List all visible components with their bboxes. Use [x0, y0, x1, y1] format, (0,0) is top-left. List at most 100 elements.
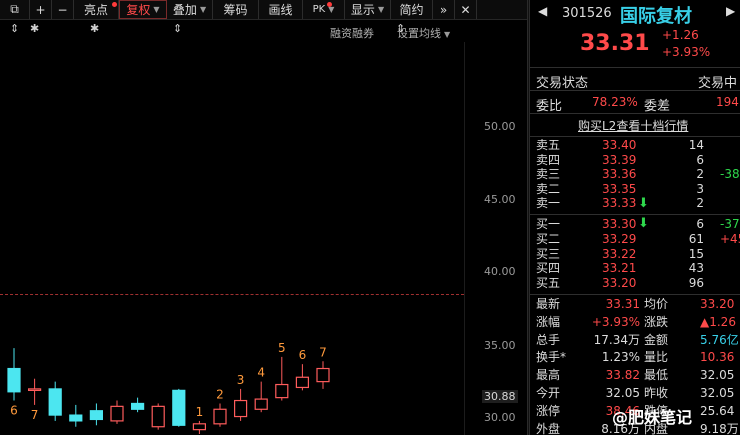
candle[interactable] [89, 403, 104, 426]
candle-body [275, 383, 289, 399]
stat-label: 昨收 [644, 386, 669, 400]
price-tick-label: 45.00 [484, 193, 516, 206]
bid-level-label: 买四 [536, 261, 561, 276]
candle[interactable] [69, 404, 83, 427]
stat-label: 最高 [536, 368, 561, 383]
candle-body [172, 389, 186, 426]
stat-value: 10.36 [700, 350, 735, 365]
divider [530, 90, 740, 91]
stat-value: 33.31 [605, 297, 640, 311]
order-ratio-value: 78.23% [592, 95, 638, 109]
stat-value: 17.34万 [593, 332, 640, 347]
stat-row: 最新 33.31 均价 33.20 [530, 296, 740, 313]
bid-level-label: 买三 [536, 246, 561, 261]
order-diff-label: 委差 [644, 99, 671, 114]
stat-value: 32.05 [700, 386, 735, 400]
candle[interactable] [7, 348, 21, 401]
stat-label: 外盘 [536, 421, 561, 435]
back-arrow-icon[interactable]: ◀ [538, 4, 547, 18]
stat-label: 涨幅 [536, 314, 561, 329]
candle-body [110, 405, 124, 422]
stat-row: 最高 33.82 最低 32.05 [530, 367, 740, 384]
ask-row[interactable]: 卖一 33.33 2 [530, 197, 740, 210]
candle-body [151, 405, 165, 428]
stat-value: +3.93% [591, 314, 640, 329]
candle-body [89, 410, 104, 421]
price-tick-label: 40.00 [484, 265, 516, 278]
td-count-label: 7 [319, 345, 327, 359]
candle-body [131, 402, 145, 410]
bid-row[interactable]: 买一 33.30 6 -37 [530, 218, 740, 231]
candle[interactable] [151, 403, 165, 430]
stat-label: 均价 [644, 297, 669, 311]
stat-label: 换手* [536, 350, 567, 365]
candlestick-plot[interactable]: 6 7 123456 7 [0, 0, 464, 435]
down-arrow-icon: ⬇ [638, 196, 649, 211]
candle-body [7, 367, 21, 393]
stat-label: 量比 [644, 350, 669, 365]
divider [530, 136, 740, 137]
bid-volume: 6 [696, 217, 704, 231]
ask-row[interactable]: 卖五 33.40 14 [530, 139, 740, 152]
ask-price: 33.39 [602, 152, 637, 167]
bid-volume: 15 [688, 246, 704, 261]
divider [530, 113, 740, 114]
watermark: @肥妹笔记 [612, 408, 693, 427]
ask-row[interactable]: 卖二 33.35 3 [530, 181, 740, 196]
candle-body [316, 367, 330, 383]
ask-level-label: 卖二 [536, 181, 561, 196]
stat-value: 25.64 [700, 403, 735, 418]
bid-level-label: 买一 [536, 217, 561, 231]
stat-value: ▲1.26 [700, 314, 736, 329]
candle[interactable] [295, 364, 309, 391]
candle[interactable] [28, 378, 42, 405]
stat-value: 5.76亿 [700, 332, 739, 347]
bid-row[interactable]: 买二 33.29 61 +45 [530, 231, 740, 246]
divider [530, 214, 740, 215]
bid-row[interactable]: 买三 33.22 15 [530, 246, 740, 261]
stat-label: 总手 [536, 332, 561, 347]
bid-level-label: 买五 [536, 276, 561, 291]
trade-state-label: 交易状态 [536, 76, 589, 91]
buy-l2-link[interactable]: 购买L2查看十档行情 [578, 117, 688, 134]
price-axis-divider [464, 42, 465, 435]
bid-price: 33.21 [602, 261, 637, 276]
candle[interactable] [316, 361, 330, 389]
candle[interactable] [110, 400, 124, 424]
candle-body [254, 398, 268, 410]
ask-row[interactable]: 卖三 33.36 2 -38 [530, 168, 740, 181]
td-count-label: 2 [216, 387, 224, 401]
kline-chart-area[interactable]: ⧉ + − 亮点 复权 ▼ 叠加 ▼ 筹码 画线 PK ▼ 显示 ▼ 简约 » … [0, 0, 527, 435]
candle[interactable] [131, 397, 145, 413]
candle[interactable] [192, 420, 206, 435]
candle[interactable] [234, 388, 248, 421]
stat-value: 32.05 [605, 386, 640, 400]
ask-level-label: 卖一 [536, 196, 561, 210]
stat-row: 总手 17.34万 金额 5.76亿 [530, 332, 740, 349]
last-price: 33.31 [580, 31, 650, 56]
candle[interactable] [254, 381, 268, 413]
td-count-label: 5 [278, 341, 286, 355]
candle-body [213, 408, 227, 425]
bid-price: 33.22 [602, 246, 637, 261]
bid-row[interactable]: 买五 33.20 96 [530, 277, 740, 290]
ask-price: 33.36 [602, 167, 637, 181]
bid-volume: 61 [688, 231, 704, 246]
ask-level-label: 卖四 [536, 152, 561, 167]
stock-name[interactable]: 国际复材 [620, 2, 692, 28]
price-change: +1.26 [662, 28, 699, 42]
td-count-label: 6 [10, 404, 18, 418]
bid-row[interactable]: 买四 33.21 43 [530, 262, 740, 275]
candle[interactable] [172, 388, 186, 427]
divider [530, 67, 740, 68]
ask-price: 33.40 [602, 138, 637, 152]
forward-arrow-icon[interactable]: ▶ [726, 4, 735, 18]
candle-body [48, 388, 62, 416]
candle[interactable] [275, 356, 289, 401]
ask-row[interactable]: 卖四 33.39 6 [530, 152, 740, 167]
candle[interactable] [48, 381, 62, 421]
td-count-label: 3 [237, 373, 245, 387]
quote-panel: ◀ 301526 国际复材 ▶ 33.31 +1.26 +3.93% 交易状态 … [530, 0, 740, 435]
ask-level-label: 卖三 [536, 167, 561, 181]
candle[interactable] [213, 403, 227, 427]
